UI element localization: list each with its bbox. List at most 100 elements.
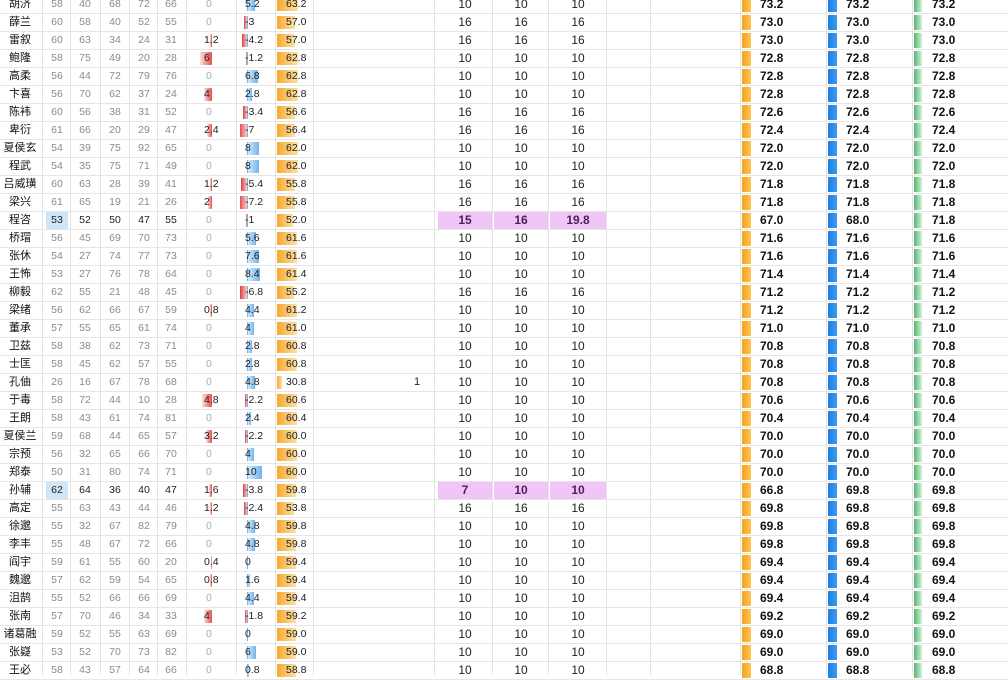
cell-stat[interactable]: 61	[46, 194, 68, 211]
cell-stat[interactable]: 58	[46, 50, 68, 67]
cell-stat[interactable]: 55	[46, 590, 68, 607]
cell-stat[interactable]: 52	[74, 626, 96, 643]
cell-stat[interactable]: 65	[74, 194, 96, 211]
cell-n3[interactable]: 10	[550, 536, 606, 553]
cell-n1[interactable]: 16	[438, 194, 492, 211]
cell-score-f3[interactable]: 69.4	[914, 590, 974, 607]
cell-stat[interactable]: 70	[160, 446, 182, 463]
cell-name[interactable]: 陈袆	[0, 104, 40, 121]
cell-score-f2[interactable]: 69.4	[828, 590, 888, 607]
cell-extra[interactable]	[405, 248, 429, 265]
cell-stat[interactable]: 38	[104, 104, 126, 121]
cell-score-f2[interactable]: 71.6	[828, 248, 888, 265]
cell-stat[interactable]: 60	[133, 554, 155, 571]
cell-score-f1[interactable]: 70.4	[742, 410, 802, 427]
cell-bonus[interactable]: 0	[190, 230, 226, 247]
cell-stat[interactable]: 67	[104, 374, 126, 391]
cell-diff[interactable]: 2.8	[240, 356, 274, 373]
table-row[interactable]: 雷叙 60 63 34 24 31 1.2 -4.2 57.0 16 16 16 73.0 73.0 73.…	[0, 32, 1008, 50]
cell-n2[interactable]: 16	[494, 122, 548, 139]
cell-bonus[interactable]: 0	[190, 518, 226, 535]
cell-stat[interactable]: 40	[133, 482, 155, 499]
cell-score-f3[interactable]: 70.6	[914, 392, 974, 409]
cell-base[interactable]: 59.8	[277, 518, 311, 535]
cell-score-f3[interactable]: 70.8	[914, 356, 974, 373]
cell-diff[interactable]: 8	[240, 158, 274, 175]
cell-n1[interactable]: 15	[438, 212, 492, 229]
table-row[interactable]: 鲍隆 58 75 49 20 28 6 -1.2 62.8 10 10 10 72.8 72.8 72.8	[0, 50, 1008, 68]
cell-diff[interactable]: 4.4	[240, 590, 274, 607]
table-row[interactable]: 于毒 58 72 44 10 28 4.8 -2.2 60.6 10 10 10 70.6 70.6 70.…	[0, 392, 1008, 410]
cell-stat[interactable]: 64	[74, 482, 96, 499]
table-row[interactable]: 张嶷 53 52 70 73 82 0 6 59.0 10 10 10 69.0 69.0 69.0	[0, 644, 1008, 662]
cell-extra[interactable]	[405, 392, 429, 409]
cell-stat[interactable]: 78	[133, 374, 155, 391]
cell-score-f2[interactable]: 68.0	[828, 212, 888, 229]
cell-stat[interactable]: 74	[160, 320, 182, 337]
table-row[interactable]: 士匡 58 45 62 57 55 0 2.8 60.8 10 10 10 70.8 70.8 70.8	[0, 356, 1008, 374]
cell-name[interactable]: 梁兴	[0, 194, 40, 211]
cell-stat[interactable]: 75	[104, 140, 126, 157]
cell-stat[interactable]: 50	[104, 212, 126, 229]
cell-n2[interactable]: 16	[494, 104, 548, 121]
cell-n3[interactable]: 10	[550, 266, 606, 283]
cell-score-f3[interactable]: 71.0	[914, 320, 974, 337]
cell-score-f1[interactable]: 67.0	[742, 212, 802, 229]
cell-stat[interactable]: 53	[46, 644, 68, 661]
cell-diff[interactable]: -2.2	[240, 428, 274, 445]
cell-bonus[interactable]: 4.8	[190, 392, 226, 409]
cell-n2[interactable]: 16	[494, 212, 548, 229]
cell-n1[interactable]: 10	[438, 140, 492, 157]
cell-n3[interactable]: 10	[550, 662, 606, 679]
cell-bonus[interactable]: 4	[190, 608, 226, 625]
cell-name[interactable]: 宗预	[0, 446, 40, 463]
cell-extra[interactable]	[405, 428, 429, 445]
table-row[interactable]: 梁绪 56 62 66 67 59 0.8 4.4 61.2 10 10 10 71.2 71.2 71.2	[0, 302, 1008, 320]
cell-stat[interactable]: 58	[46, 356, 68, 373]
cell-score-f3[interactable]: 69.4	[914, 554, 974, 571]
table-row[interactable]: 高柔 56 44 72 79 76 0 6.8 62.8 10 10 10 72.8 72.8 72.8	[0, 68, 1008, 86]
cell-stat[interactable]: 73	[133, 644, 155, 661]
cell-base[interactable]: 60.6	[277, 392, 311, 409]
cell-score-f3[interactable]: 73.0	[914, 14, 974, 31]
cell-name[interactable]: 鲍隆	[0, 50, 40, 67]
cell-n2[interactable]: 10	[494, 644, 548, 661]
cell-n2[interactable]: 16	[494, 14, 548, 31]
cell-n1[interactable]: 10	[438, 428, 492, 445]
cell-stat[interactable]: 63	[74, 32, 96, 49]
cell-stat[interactable]: 28	[160, 50, 182, 67]
cell-score-f2[interactable]: 73.0	[828, 14, 888, 31]
cell-stat[interactable]: 56	[46, 230, 68, 247]
cell-name[interactable]: 魏邈	[0, 572, 40, 589]
cell-score-f1[interactable]: 72.4	[742, 122, 802, 139]
cell-score-f3[interactable]: 71.8	[914, 176, 974, 193]
cell-score-f2[interactable]: 72.8	[828, 68, 888, 85]
cell-extra[interactable]	[405, 14, 429, 31]
cell-stat[interactable]: 50	[46, 464, 68, 481]
cell-stat[interactable]: 66	[133, 446, 155, 463]
cell-stat[interactable]: 82	[160, 644, 182, 661]
cell-stat[interactable]: 45	[74, 230, 96, 247]
cell-n1[interactable]: 10	[438, 392, 492, 409]
cell-n3[interactable]: 10	[550, 356, 606, 373]
cell-name[interactable]: 王朗	[0, 410, 40, 427]
cell-name[interactable]: 阎宇	[0, 554, 40, 571]
cell-score-f1[interactable]: 71.2	[742, 284, 802, 301]
cell-n3[interactable]: 16	[550, 104, 606, 121]
cell-extra[interactable]	[405, 518, 429, 535]
cell-diff[interactable]: 4.8	[240, 518, 274, 535]
cell-score-f2[interactable]: 70.6	[828, 392, 888, 409]
cell-stat[interactable]: 67	[133, 302, 155, 319]
cell-stat[interactable]: 40	[104, 14, 126, 31]
cell-extra[interactable]	[405, 86, 429, 103]
cell-n1[interactable]: 10	[438, 0, 492, 13]
cell-stat[interactable]: 65	[160, 140, 182, 157]
cell-bonus[interactable]: 1.2	[190, 500, 226, 517]
cell-stat[interactable]: 52	[160, 104, 182, 121]
cell-score-f3[interactable]: 70.0	[914, 446, 974, 463]
table-row[interactable]: 程武 54 35 75 71 49 0 8 62.0 10 10 10 72.0 72.0 72.0	[0, 158, 1008, 176]
cell-diff[interactable]: -3	[240, 14, 274, 31]
cell-bonus[interactable]: 0	[190, 626, 226, 643]
cell-stat[interactable]: 59	[46, 554, 68, 571]
cell-diff[interactable]: 8.4	[240, 266, 274, 283]
